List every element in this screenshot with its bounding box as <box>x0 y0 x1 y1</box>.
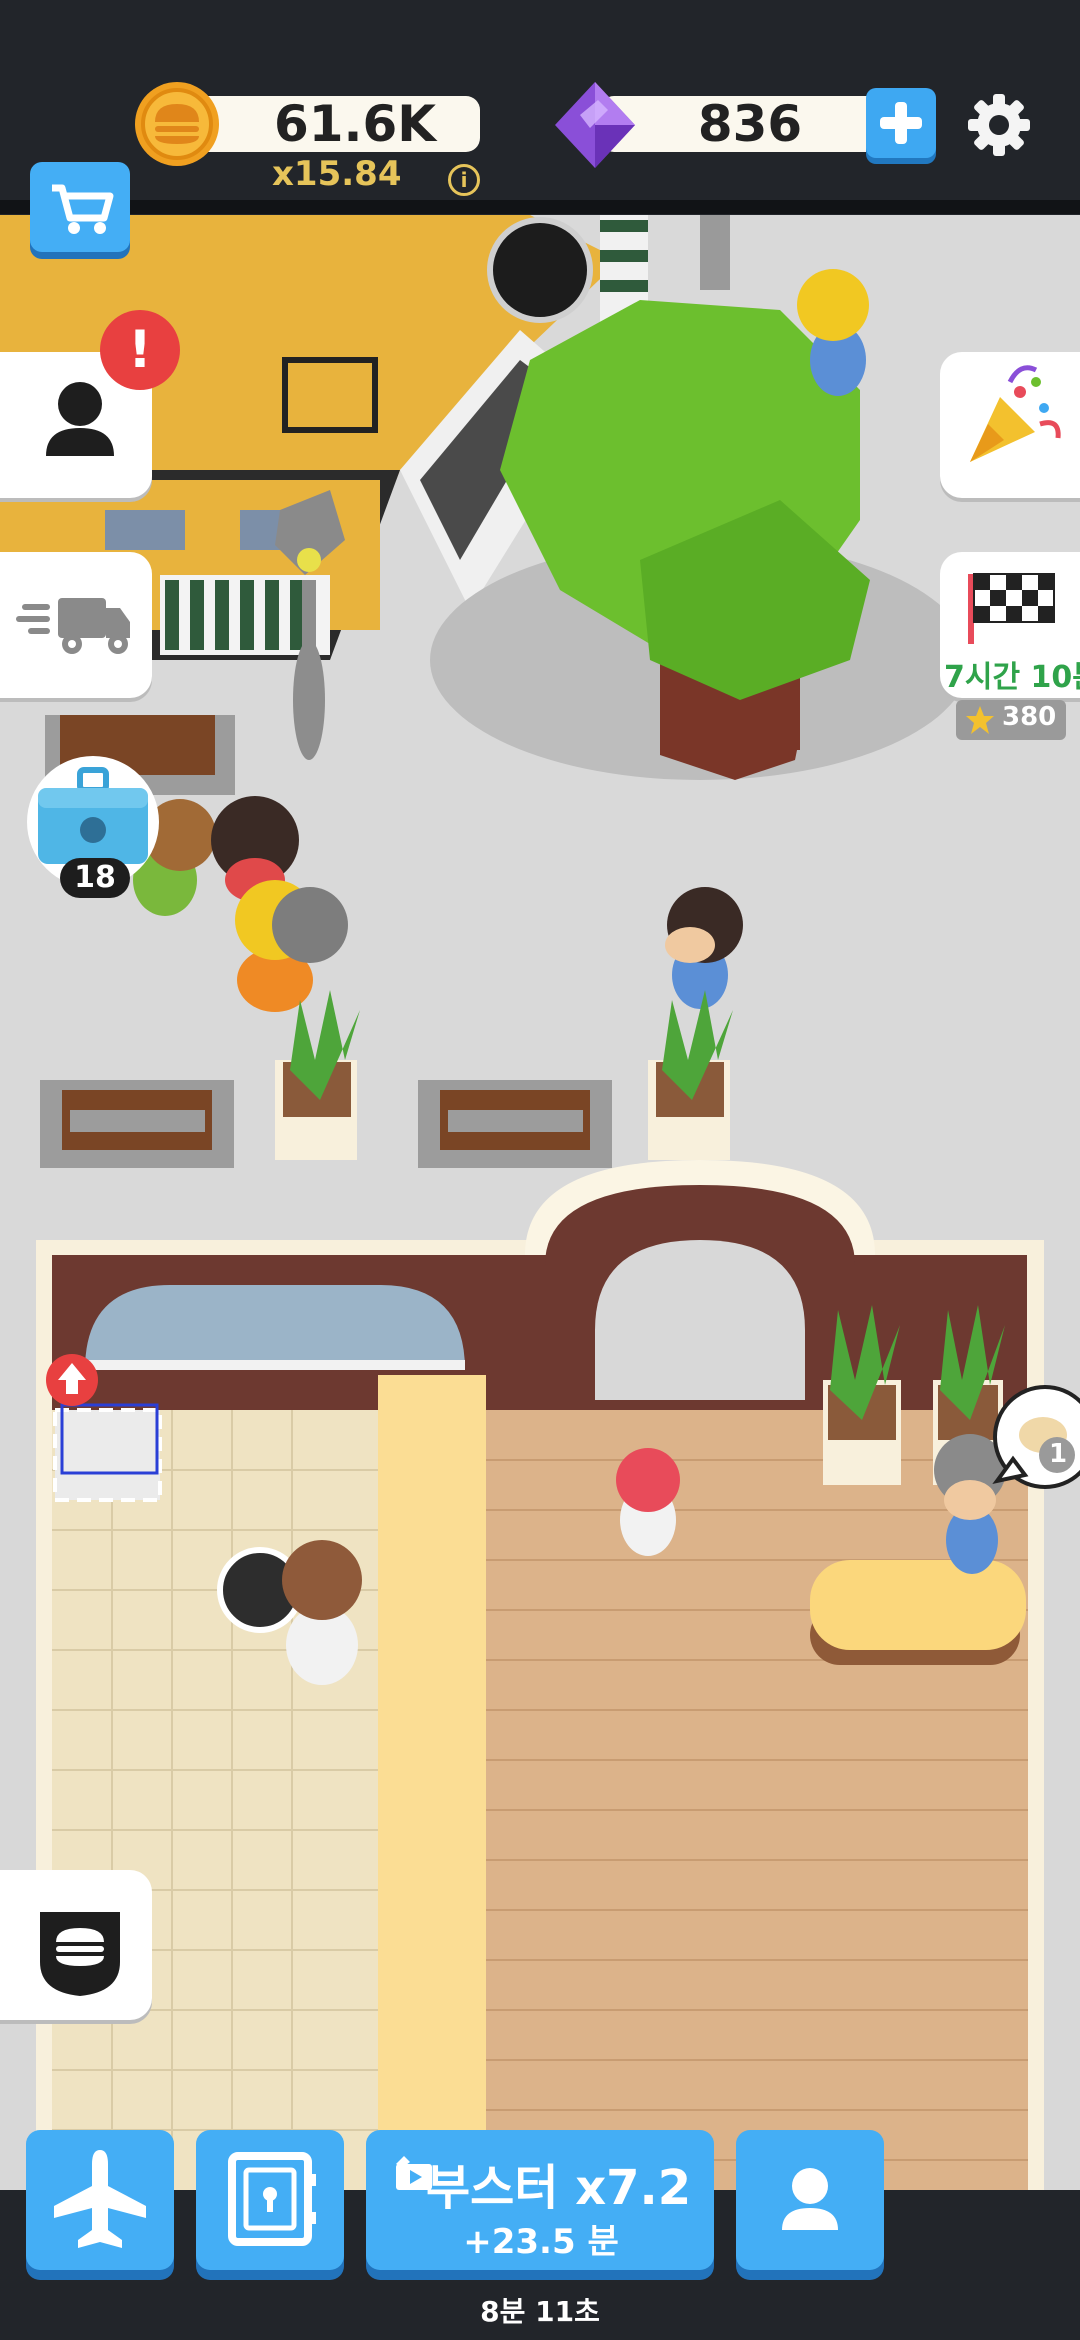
airplane-icon <box>54 2150 146 2248</box>
toolbox-count: 18 <box>74 860 116 895</box>
burger-badge-icon <box>40 1912 120 1996</box>
top-divider <box>0 200 1080 214</box>
star-icon <box>966 706 994 734</box>
safe-icon <box>228 2152 316 2246</box>
burger-coin-icon <box>135 82 219 166</box>
coin-counter: 61.6K <box>190 96 480 152</box>
party-popper-icon <box>970 365 1061 462</box>
toolbox-count-badge: 18 <box>60 858 130 898</box>
coin-amount: 61.6K <box>273 95 437 153</box>
burger-menu-button[interactable] <box>0 1870 152 2020</box>
event-button[interactable] <box>940 352 1080 498</box>
person-icon <box>782 2168 838 2230</box>
booster-time: +23.5 분 <box>463 2222 619 2262</box>
toolbox-button[interactable]: 18 <box>18 752 168 898</box>
booster-countdown: 8분 11초 <box>480 2295 600 2328</box>
race-score: 380 <box>1002 702 1057 732</box>
shop-button[interactable] <box>30 162 130 252</box>
order-count: 1 <box>1049 1439 1068 1469</box>
order-bubble[interactable]: 1 <box>985 1385 1080 1495</box>
truck-icon <box>16 598 130 654</box>
settings-button[interactable] <box>962 88 1036 162</box>
delivery-button[interactable] <box>0 552 152 698</box>
alert-badge: ! <box>100 310 180 390</box>
booster-label: 부스터 x7.2 <box>426 2160 692 2216</box>
plus-icon <box>880 102 922 144</box>
bench-right <box>418 1080 612 1168</box>
booster-button[interactable]: 부스터 x7.2 +23.5 분 <box>366 2130 714 2270</box>
info-icon[interactable]: i <box>448 164 480 196</box>
gem-amount: 836 <box>697 95 803 153</box>
purple-gem-icon <box>555 82 635 168</box>
travel-button[interactable] <box>26 2130 174 2270</box>
shopping-cart-icon <box>52 184 114 234</box>
race-score-badge: 380 <box>956 700 1066 740</box>
profile-button[interactable] <box>736 2130 884 2270</box>
cashier-red-hat <box>616 1448 680 1556</box>
race-timer: 7시간 10분 <box>944 660 1080 695</box>
gem-counter: 836 <box>600 96 890 152</box>
buy-gems-button[interactable] <box>866 88 936 158</box>
gear-icon <box>968 94 1030 156</box>
checkered-flag-icon <box>968 573 1055 644</box>
bench-left <box>40 1080 234 1168</box>
income-multiplier: x15.84 <box>272 154 402 194</box>
vault-button[interactable] <box>196 2130 344 2270</box>
